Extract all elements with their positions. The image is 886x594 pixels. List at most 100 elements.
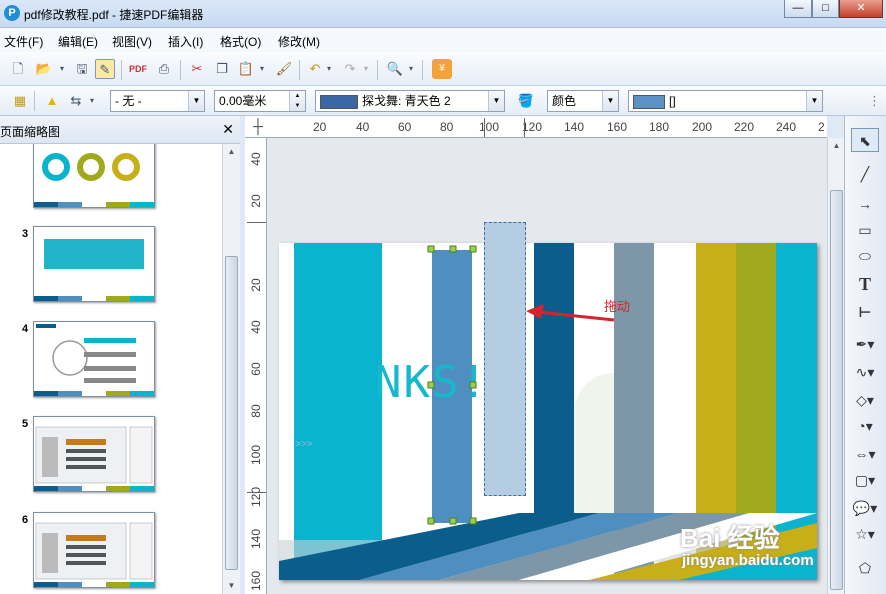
new-icon[interactable]: 🗋 — [8, 59, 28, 79]
fill-color-select[interactable]: 探戈舞: 青天色 2 ▼ — [315, 90, 505, 112]
text-block-graphic — [44, 239, 144, 269]
ellipse-icon[interactable]: ⬭ — [851, 244, 879, 268]
box-icon[interactable]: ▢▾ — [851, 468, 879, 492]
color-mode-select[interactable]: 颜色 ▼ — [547, 90, 619, 112]
undo-icon[interactable]: ↶ — [305, 59, 325, 79]
menu-file[interactable]: 文件(F) — [4, 33, 43, 50]
redo-icon[interactable]: ↷ — [340, 59, 360, 79]
maximize-button[interactable]: □ — [812, 0, 839, 18]
thumbnail-page-6[interactable] — [33, 512, 155, 588]
menu-modify[interactable]: 修改(M) — [278, 33, 320, 50]
save-icon[interactable]: 🖫 — [72, 59, 92, 79]
diagram-graphic — [36, 324, 136, 383]
toolbar-grip-icon: ⋮ — [868, 93, 881, 108]
export-pdf-icon[interactable]: PDF — [128, 59, 148, 79]
scrollbar-thumb[interactable] — [830, 190, 843, 590]
screenshot-graphic — [35, 426, 153, 484]
chevron-down-icon[interactable]: ▼ — [488, 91, 504, 111]
minimize-button[interactable]: — — [784, 0, 812, 18]
zoom-dropdown-icon[interactable]: ▾ — [407, 59, 415, 79]
ruler-label: 160 — [249, 570, 263, 592]
menu-bar: 文件(F) 编辑(E) 视图(V) 插入(I) 格式(O) 修改(M) — [0, 28, 886, 52]
thumbnail-page-3[interactable] — [33, 226, 155, 302]
close-icon[interactable]: ✕ — [222, 121, 234, 138]
thumbnail-number: 3 — [22, 228, 29, 240]
pen-icon[interactable]: ✒▾ — [851, 332, 879, 356]
ruler-label: 40 — [356, 120, 370, 134]
chevron-down-icon[interactable]: ▼ — [602, 91, 618, 111]
diamond-icon[interactable]: ◇▾ — [851, 388, 879, 412]
selection-handles[interactable] — [425, 243, 480, 528]
polygon-icon[interactable]: ⬠ — [851, 556, 879, 580]
page-thumbnails-panel: 页面缩略图 ✕ 3 4 5 6 ▲ ▼ — [0, 116, 240, 594]
line-style-select[interactable]: - 无 - ▼ — [110, 90, 205, 112]
drag-ghost-rectangle[interactable] — [484, 222, 526, 496]
open-dropdown-icon[interactable]: ▾ — [58, 59, 66, 79]
canvas-scrollbar[interactable]: ▲ — [827, 138, 844, 594]
menu-insert[interactable]: 插入(I) — [168, 33, 203, 50]
scroll-down-icon[interactable]: ▼ — [223, 578, 240, 594]
ruler-label: 20 — [249, 194, 263, 208]
page-edge-marks: >>> — [295, 439, 313, 450]
paint-bucket-icon[interactable]: 🪣 — [516, 91, 536, 111]
arrow-icon[interactable]: → — [851, 192, 879, 216]
highlight-icon[interactable]: ▲ — [42, 91, 62, 111]
sphere-icon[interactable]: ◔▾ — [851, 414, 879, 438]
line-color-swatch — [633, 94, 665, 109]
line-color-value: [] — [669, 94, 676, 108]
undo-dropdown-icon[interactable]: ▾ — [325, 59, 333, 79]
redo-dropdown-icon[interactable]: ▾ — [362, 59, 370, 79]
menu-format[interactable]: 格式(O) — [220, 33, 261, 50]
thumbnail-page-5[interactable] — [33, 416, 155, 492]
line-width-spinner[interactable]: 0.00毫米 ▲ ▼ — [214, 90, 306, 112]
thumbnail-number: 4 — [22, 323, 29, 335]
zoom-icon[interactable]: 🔍 — [385, 59, 405, 79]
chevron-down-icon[interactable]: ▼ — [188, 91, 204, 111]
text-icon[interactable]: T — [851, 272, 879, 296]
horizontal-ruler: ┼ 20 40 60 80 100 120 140 160 180 200 22… — [245, 116, 827, 138]
fill-color-swatch — [320, 94, 358, 109]
menu-view[interactable]: 视图(V) — [112, 33, 152, 50]
copy-icon[interactable]: ❐ — [212, 59, 232, 79]
paste-icon[interactable]: 📋 — [236, 59, 256, 79]
grid-icon[interactable]: ▦ — [10, 91, 30, 111]
cut-icon[interactable]: ✂ — [187, 59, 207, 79]
rectangle-icon[interactable]: ▭ — [851, 218, 879, 242]
curve-icon[interactable]: ∿▾ — [851, 360, 879, 384]
format-painter-icon[interactable]: 🖌 — [274, 59, 294, 79]
thumbnail-scrollbar[interactable]: ▲ ▼ — [222, 144, 240, 594]
thumbnail-page-2[interactable] — [33, 144, 155, 208]
app-logo-icon: P — [4, 5, 20, 21]
scroll-up-icon[interactable]: ▲ — [828, 138, 845, 154]
spinner-arrows-icon[interactable]: ▲ ▼ — [289, 91, 305, 111]
screenshot-graphic — [35, 522, 153, 580]
sidebar-title: 页面缩略图 — [0, 125, 61, 139]
close-button[interactable]: ✕ — [839, 0, 883, 18]
bracket-icon[interactable]: ⊢ — [851, 300, 879, 324]
menu-edit[interactable]: 编辑(E) — [58, 33, 98, 50]
double-arrow-icon[interactable]: ⇔▾ — [851, 442, 879, 466]
ruler-label: 60 — [398, 120, 412, 134]
star-icon[interactable]: ☆▾ — [851, 522, 879, 546]
select-icon[interactable]: ⬉ — [851, 128, 879, 152]
chevron-down-icon[interactable]: ▼ — [806, 91, 822, 111]
align-dropdown-icon[interactable]: ▾ — [88, 91, 96, 111]
baidu-watermark-logo: Bai 经验 — [680, 523, 780, 553]
callout-icon[interactable]: 💬▾ — [851, 496, 879, 520]
paste-dropdown-icon[interactable]: ▾ — [258, 59, 266, 79]
scrollbar-thumb[interactable] — [225, 256, 238, 570]
print-icon[interactable]: ⎙ — [154, 59, 174, 79]
edit-icon[interactable]: ✎ — [95, 59, 115, 79]
line-icon[interactable]: ╱ — [851, 162, 879, 186]
main-toolbar: 🗋 📂 ▾ 🖫 ✎ PDF ⎙ ✂ ❐ 📋 ▾ 🖌 ↶ ▾ ↷ ▾ 🔍 ▾ ¥ — [0, 52, 886, 86]
thumbnail-footer — [34, 202, 154, 207]
thumbnail-page-4[interactable] — [33, 321, 155, 397]
scroll-up-icon[interactable]: ▲ — [223, 144, 240, 160]
window-title: pdf修改教程.pdf - 捷速PDF编辑器 — [24, 8, 204, 22]
line-color-select[interactable]: [] ▼ — [628, 90, 823, 112]
ruler-label: 220 — [734, 120, 755, 134]
coupon-icon[interactable]: ¥ — [432, 59, 452, 79]
ruler-marker — [484, 118, 485, 137]
align-icon[interactable]: ⇆ — [66, 91, 86, 111]
open-icon[interactable]: 📂 — [34, 59, 54, 79]
